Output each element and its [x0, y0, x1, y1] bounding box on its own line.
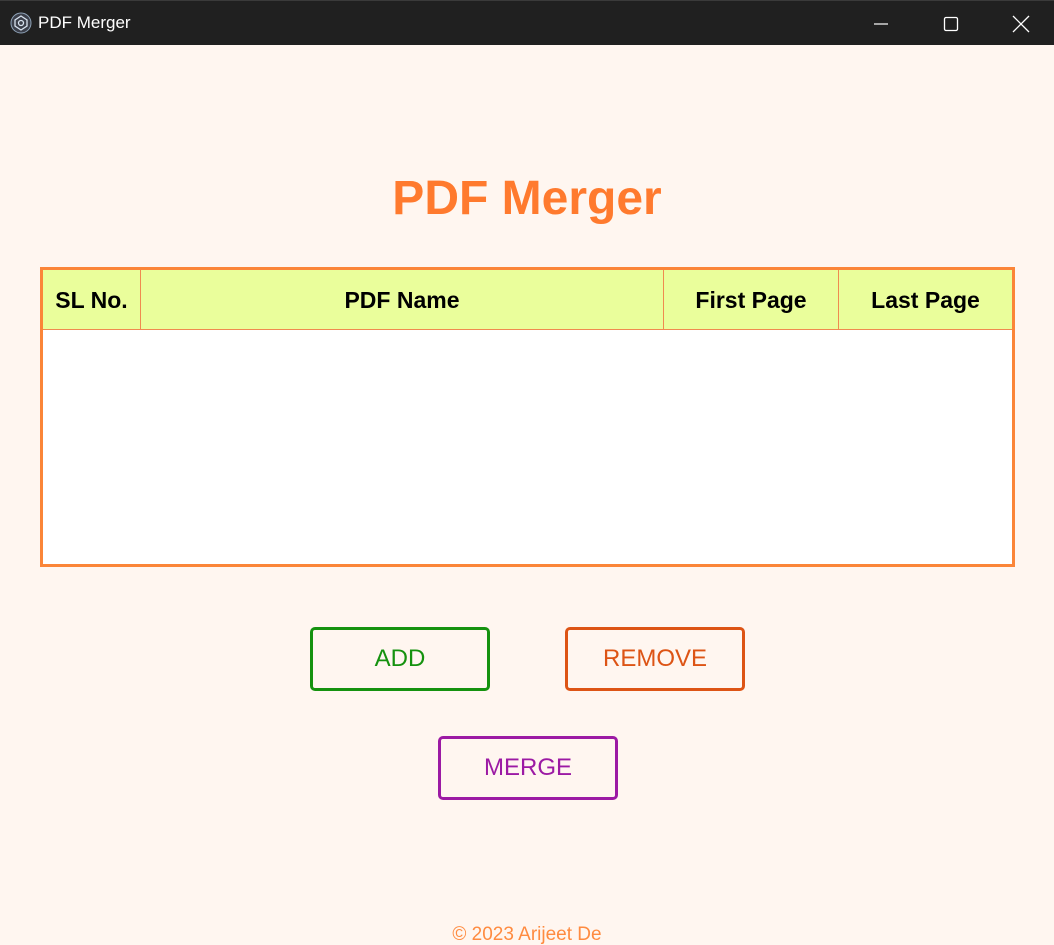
- app-gear-icon[interactable]: [10, 12, 32, 34]
- minimize-icon: [874, 22, 888, 25]
- close-icon: [1012, 15, 1030, 32]
- window-title: PDF Merger: [38, 13, 131, 32]
- close-button[interactable]: [986, 1, 1054, 46]
- pdf-table[interactable]: SL No. PDF Name First Page Last Page: [40, 267, 1015, 567]
- title-bar: PDF Merger: [0, 0, 1054, 45]
- column-header-last-page[interactable]: Last Page: [839, 270, 1012, 330]
- table-body[interactable]: [43, 330, 1012, 564]
- table-header: SL No. PDF Name First Page Last Page: [43, 270, 1012, 330]
- maximize-icon: [943, 16, 959, 31]
- column-header-sl-no[interactable]: SL No.: [43, 270, 141, 330]
- minimize-button[interactable]: [846, 1, 916, 46]
- column-header-pdf-name[interactable]: PDF Name: [141, 270, 664, 330]
- page-title: PDF Merger: [392, 172, 662, 225]
- copyright-footer: © 2023 Arijeet De: [452, 924, 602, 945]
- column-header-first-page[interactable]: First Page: [664, 270, 839, 330]
- maximize-button[interactable]: [916, 1, 986, 46]
- add-button[interactable]: ADD: [310, 627, 490, 691]
- remove-button[interactable]: REMOVE: [565, 627, 745, 691]
- merge-button[interactable]: MERGE: [438, 736, 618, 800]
